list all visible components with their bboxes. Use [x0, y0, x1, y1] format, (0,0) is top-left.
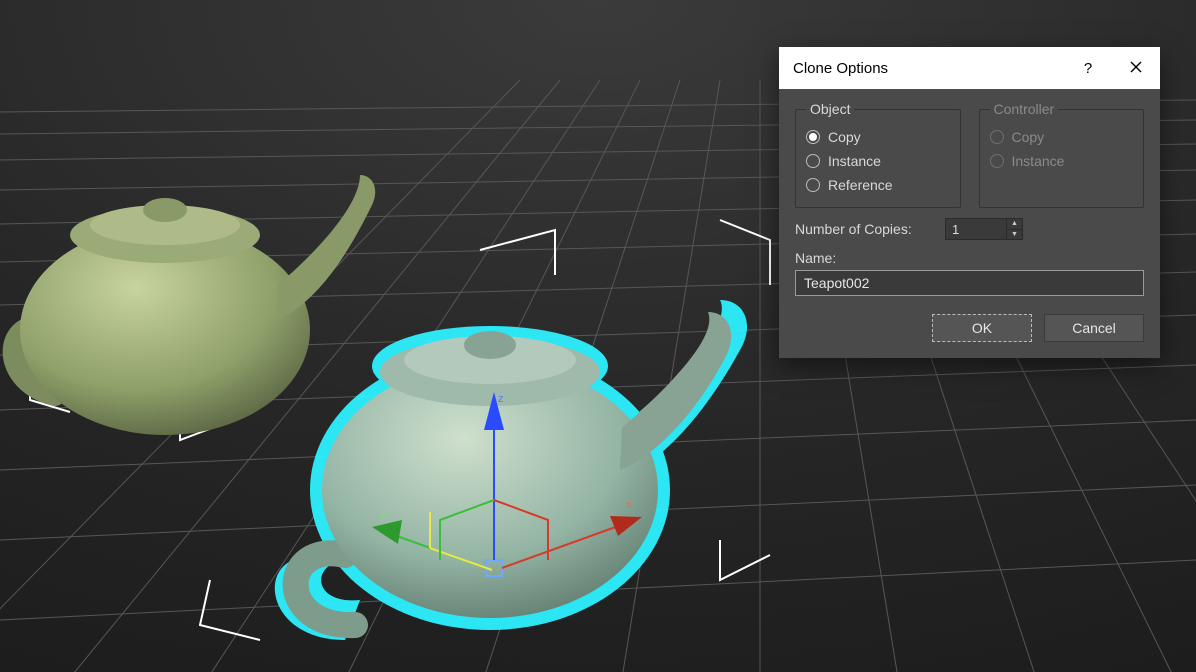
- radio-icon: [806, 178, 820, 192]
- copies-label: Number of Copies:: [795, 221, 945, 237]
- svg-text:z: z: [498, 393, 504, 405]
- radio-object-reference[interactable]: Reference: [806, 173, 950, 197]
- radio-label: Copy: [1012, 129, 1045, 145]
- spinner-up-icon[interactable]: ▲: [1007, 219, 1022, 230]
- close-button[interactable]: [1112, 47, 1160, 89]
- radio-label: Instance: [828, 153, 881, 169]
- radio-icon: [990, 130, 1004, 144]
- copies-spinner[interactable]: 1 ▲ ▼: [945, 218, 1023, 240]
- svg-text:x: x: [626, 499, 632, 511]
- object-group-legend: Object: [806, 101, 854, 117]
- cancel-button[interactable]: Cancel: [1044, 314, 1144, 342]
- radio-controller-instance: Instance: [990, 149, 1134, 173]
- radio-icon: [806, 154, 820, 168]
- clone-options-dialog: Clone Options ? Object Copy Instance: [779, 47, 1160, 358]
- teapot-original: [14, 175, 376, 435]
- radio-label: Copy: [828, 129, 861, 145]
- controller-group-legend: Controller: [990, 101, 1059, 117]
- spinner-down-icon[interactable]: ▼: [1007, 230, 1022, 240]
- help-icon: ?: [1084, 60, 1092, 77]
- radio-icon: [806, 130, 820, 144]
- radio-label: Instance: [1012, 153, 1065, 169]
- radio-object-instance[interactable]: Instance: [806, 149, 950, 173]
- radio-icon: [990, 154, 1004, 168]
- dialog-titlebar[interactable]: Clone Options ?: [779, 47, 1160, 89]
- name-label: Name:: [795, 250, 1144, 266]
- radio-controller-copy: Copy: [990, 125, 1134, 149]
- help-button[interactable]: ?: [1064, 47, 1112, 89]
- radio-label: Reference: [828, 177, 893, 193]
- copies-value: 1: [946, 222, 1006, 237]
- dialog-title: Clone Options: [793, 60, 888, 77]
- close-icon: [1130, 60, 1142, 77]
- copies-row: Number of Copies: 1 ▲ ▼: [795, 218, 1144, 240]
- controller-group: Controller Copy Instance: [979, 101, 1145, 208]
- radio-object-copy[interactable]: Copy: [806, 125, 950, 149]
- name-input[interactable]: [795, 270, 1144, 296]
- ok-button[interactable]: OK: [932, 314, 1032, 342]
- object-group: Object Copy Instance Reference: [795, 101, 961, 208]
- svg-text:y: y: [380, 509, 386, 521]
- teapot-clone-selected: [275, 300, 747, 640]
